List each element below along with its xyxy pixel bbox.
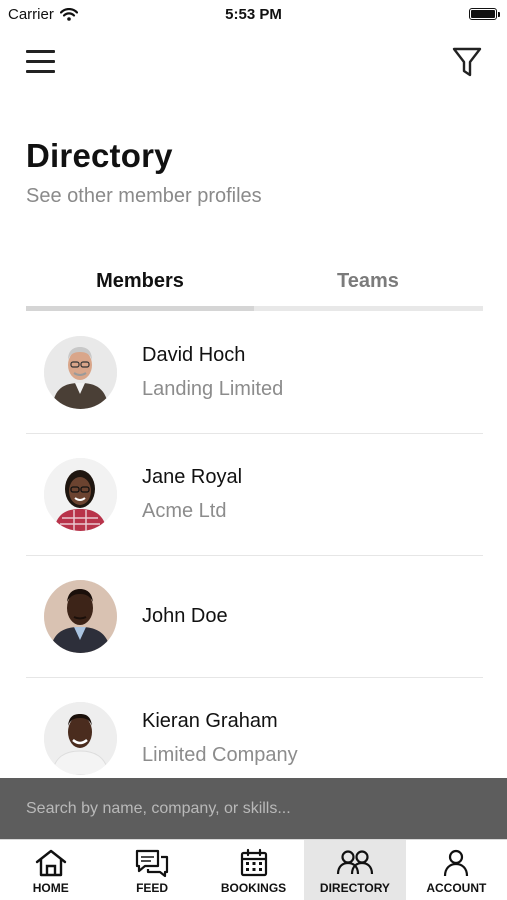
tab-bookings[interactable]: BOOKINGS [203,840,304,900]
clock: 5:53 PM [225,6,282,23]
tab-label: DIRECTORY [319,881,390,895]
calendar-icon [240,848,267,877]
people-icon [336,850,374,875]
tab-label: BOOKINGS [220,881,287,895]
search-input[interactable] [26,796,486,822]
tab-feed[interactable]: FEED [101,840,202,900]
list-item[interactable]: David Hoch Landing Limited [26,312,483,434]
list-item[interactable]: Jane Royal Acme Ltd [26,434,483,556]
person-icon [444,849,469,877]
bottom-tab-bar: HOME FEED BOOKINGS DIRECTORY ACCOUNT [0,839,507,900]
segment-tabs: Members Teams [26,262,483,312]
filter-funnel-icon [452,47,482,77]
list-item[interactable]: John Doe [26,556,483,678]
search-bar [0,778,507,839]
chat-bubbles-icon [136,849,169,878]
member-company: Limited Company [142,744,298,766]
tab-active-indicator [26,306,254,311]
filter-button[interactable] [450,44,484,80]
tab-label: FEED [136,881,169,895]
menu-button[interactable] [26,48,56,76]
status-bar: Carrier 5:53 PM [0,0,507,28]
member-name: David Hoch [142,344,246,366]
hamburger-menu-icon [26,50,55,53]
avatar [44,336,117,409]
tab-teams[interactable]: Teams [254,262,482,312]
member-name: Jane Royal [142,466,243,488]
member-company: Acme Ltd [142,500,227,522]
tab-home[interactable]: HOME [0,840,101,900]
home-icon [35,849,66,877]
member-company: Landing Limited [142,378,284,400]
member-list: David Hoch Landing Limited Jane Royal Ac… [26,312,483,800]
battery-icon [469,8,500,20]
page-subtitle: See other member profiles [26,185,262,207]
tab-account[interactable]: ACCOUNT [406,840,507,900]
tab-label: ACCOUNT [426,881,487,895]
page-title: Directory [26,137,173,174]
tab-label: HOME [32,881,69,895]
avatar [44,580,117,653]
tab-members[interactable]: Members [26,262,254,312]
tab-directory[interactable]: DIRECTORY [304,840,406,900]
avatar [44,458,117,531]
member-name: John Doe [142,605,228,627]
member-name: Kieran Graham [142,710,278,732]
avatar [44,702,117,775]
